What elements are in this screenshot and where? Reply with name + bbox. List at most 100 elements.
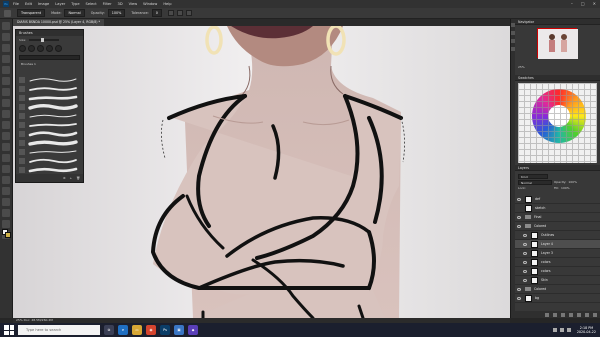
close-button[interactable]: ✕	[593, 1, 596, 6]
paint-bucket-icon[interactable]	[4, 9, 11, 17]
brush-preset-item[interactable]	[19, 147, 82, 156]
menu-view[interactable]: View	[129, 2, 138, 6]
brush-preset-item[interactable]	[19, 102, 82, 111]
layer-row[interactable]: Skin	[515, 276, 600, 285]
new-brush-icon[interactable]: +	[70, 176, 73, 180]
taskbar-app-icon[interactable]: ◉	[146, 325, 156, 335]
maximize-button[interactable]: □	[581, 1, 585, 6]
paint-bucket-tool-icon[interactable]	[2, 143, 10, 151]
dodge-tool-icon[interactable]	[2, 165, 10, 173]
brush-tip-2[interactable]	[28, 45, 35, 52]
layer-row[interactable]: sketch	[515, 204, 600, 213]
visibility-eye-icon[interactable]	[523, 260, 527, 264]
layer-mask-icon[interactable]	[561, 312, 565, 317]
brush-preset-item[interactable]	[19, 93, 82, 102]
layer-row[interactable]: Colored	[515, 285, 600, 294]
stamp-tool-icon[interactable]	[2, 110, 10, 118]
brush-preset-item[interactable]	[19, 111, 82, 120]
layer-fill-value[interactable]: 100%	[561, 186, 570, 190]
brush-tip-1[interactable]	[19, 45, 26, 52]
history-brush-tool-icon[interactable]	[2, 121, 10, 129]
brush-settings-icon[interactable]: ⚙	[63, 176, 66, 180]
layers-panel-title[interactable]: Layers	[515, 165, 600, 171]
menu-window[interactable]: Window	[143, 2, 157, 6]
background-color-swatch[interactable]	[5, 232, 11, 238]
menu-layer[interactable]: Layer	[55, 2, 65, 6]
delete-brush-icon[interactable]: 🗑	[76, 176, 80, 180]
type-tool-icon[interactable]	[2, 187, 10, 195]
new-group-icon[interactable]	[577, 312, 581, 317]
minimize-button[interactable]: –	[571, 1, 573, 6]
taskbar-app-icon[interactable]: e	[118, 325, 128, 335]
adjustment-layer-icon[interactable]	[569, 312, 573, 317]
layer-row[interactable]: def	[515, 195, 600, 204]
anti-alias-checkbox[interactable]	[167, 10, 174, 16]
menu-select[interactable]: Select	[86, 2, 97, 6]
blur-tool-icon[interactable]	[2, 154, 10, 162]
visibility-eye-icon[interactable]	[523, 233, 527, 237]
menu-edit[interactable]: Edit	[25, 2, 32, 6]
taskbar-app-icon[interactable]: ▭	[132, 325, 142, 335]
taskbar-app-icon[interactable]: ⧉	[104, 325, 114, 335]
taskbar-app-icon[interactable]: ▣	[174, 325, 184, 335]
visibility-eye-icon[interactable]	[517, 224, 521, 228]
menu-file[interactable]: File	[13, 2, 19, 6]
all-layers-checkbox[interactable]	[185, 10, 192, 16]
contiguous-checkbox[interactable]	[176, 10, 183, 16]
link-layers-icon[interactable]	[545, 312, 549, 317]
brush-tool-icon[interactable]	[2, 99, 10, 107]
taskbar-clock[interactable]: 2:18 PM 2020-04-22	[577, 326, 596, 335]
visibility-eye-icon[interactable]	[517, 207, 521, 210]
visibility-eye-icon[interactable]	[517, 287, 521, 291]
layer-row[interactable]: Outlines	[515, 231, 600, 240]
layer-row[interactable]: colors	[515, 267, 600, 276]
swatch-cells[interactable]	[518, 83, 597, 163]
taskbar-app-icon[interactable]: Ps	[160, 325, 170, 335]
swatches-grid[interactable]	[518, 83, 597, 163]
move-tool-icon[interactable]	[2, 22, 10, 30]
brush-preset-item[interactable]	[19, 129, 82, 138]
mode-select[interactable]: Normal	[64, 9, 85, 17]
canvas[interactable]	[13, 26, 510, 318]
layer-kind-filter[interactable]: Kind	[518, 173, 548, 179]
brush-preset-item[interactable]	[19, 138, 82, 147]
volume-icon[interactable]	[559, 328, 564, 332]
visibility-eye-icon[interactable]	[523, 278, 527, 282]
brush-tip-4[interactable]	[46, 45, 53, 52]
visibility-eye-icon[interactable]	[517, 296, 521, 300]
layer-row[interactable]: colors	[515, 258, 600, 267]
swatches-panel-title[interactable]: Swatches	[515, 75, 600, 81]
shape-tool-icon[interactable]	[2, 209, 10, 217]
delete-layer-icon[interactable]	[593, 312, 597, 317]
eraser-tool-icon[interactable]	[2, 132, 10, 140]
menu-filter[interactable]: Filter	[103, 2, 112, 6]
layer-row[interactable]: Layer 3	[515, 249, 600, 258]
tool-preset-select[interactable]: Transparent	[17, 9, 46, 17]
battery-icon[interactable]	[566, 328, 571, 332]
eyedropper-tool-icon[interactable]	[2, 77, 10, 85]
brush-tip-5[interactable]	[55, 45, 62, 52]
brush-tip-3[interactable]	[37, 45, 44, 52]
brush-preset-item[interactable]	[19, 120, 82, 129]
layer-opacity-value[interactable]: 100%	[568, 180, 577, 184]
visibility-eye-icon[interactable]	[517, 215, 521, 219]
network-icon[interactable]	[552, 328, 557, 332]
document-tab[interactable]: DIARIS BSNDA 10000.psd @ 25% (Layer 4, R…	[13, 19, 105, 26]
layer-blend-mode-select[interactable]: Normal	[518, 179, 552, 185]
visibility-eye-icon[interactable]	[523, 251, 527, 255]
layer-row[interactable]: bg	[515, 294, 600, 303]
taskbar-search-input[interactable]: Type here to search	[18, 325, 100, 335]
marquee-tool-icon[interactable]	[2, 33, 10, 41]
brush-preset-item[interactable]	[19, 156, 82, 165]
windows-start-icon[interactable]	[4, 325, 14, 335]
lasso-tool-icon[interactable]	[2, 44, 10, 52]
taskbar-app-icon[interactable]: ◆	[188, 325, 198, 335]
layer-style-icon[interactable]	[553, 312, 557, 317]
visibility-eye-icon[interactable]	[517, 197, 521, 201]
brush-search-input[interactable]	[19, 55, 80, 60]
new-layer-icon[interactable]	[585, 312, 589, 317]
brush-size-slider[interactable]	[29, 38, 60, 42]
pen-tool-icon[interactable]	[2, 176, 10, 184]
visibility-eye-icon[interactable]	[523, 242, 527, 246]
path-selection-tool-icon[interactable]	[2, 198, 10, 206]
